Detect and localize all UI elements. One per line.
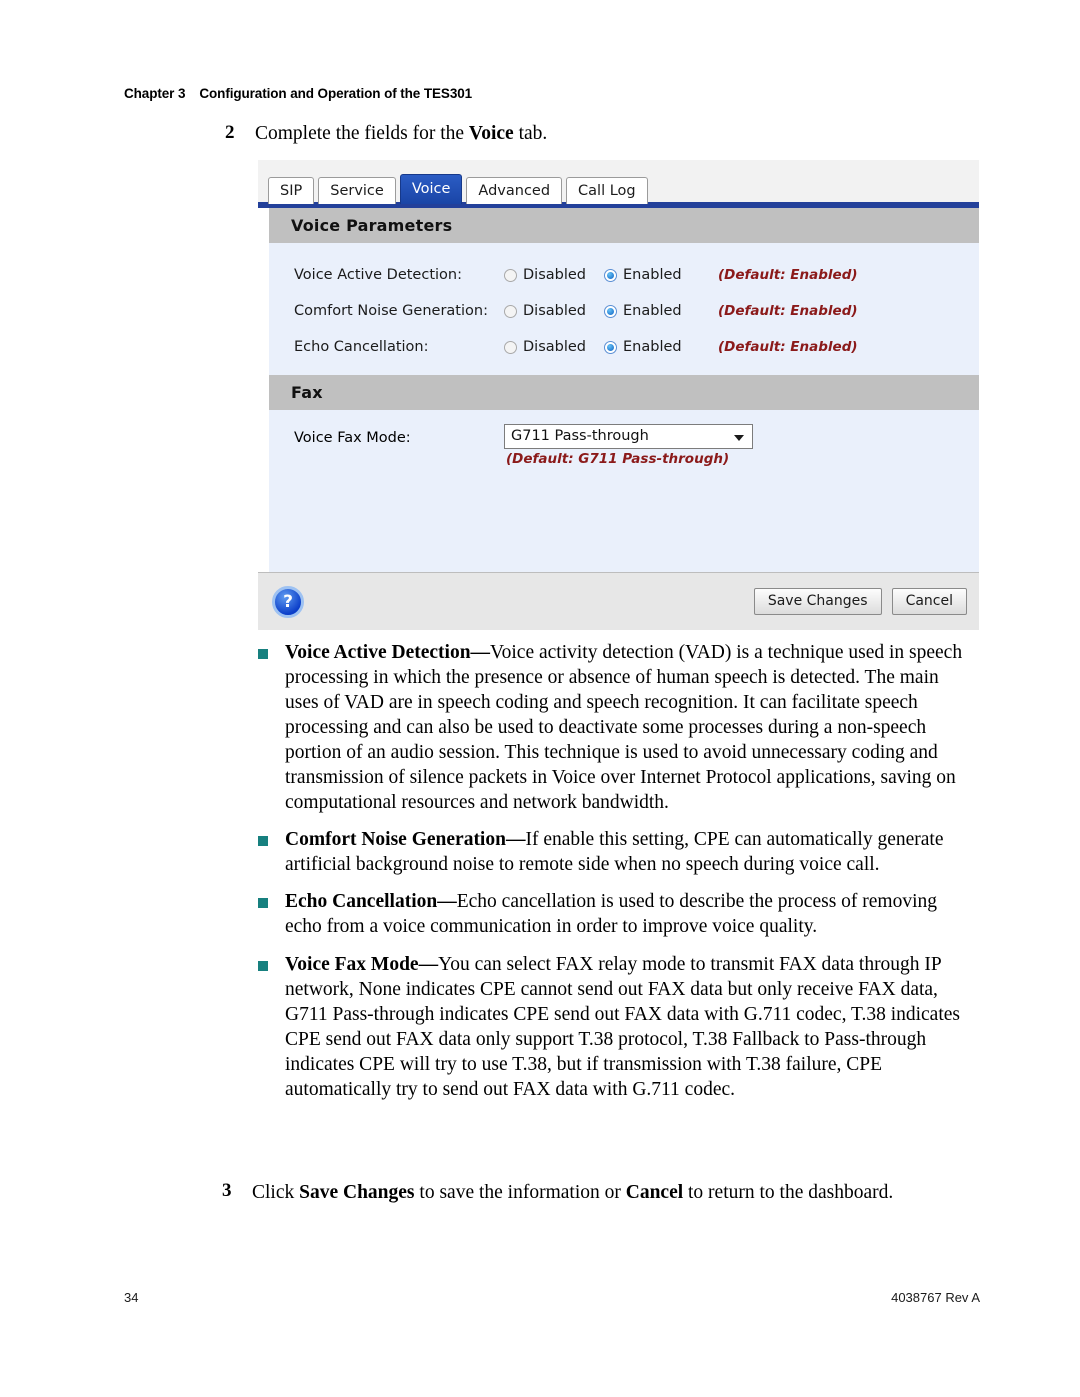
radio-icon-cng-enabled[interactable] <box>604 304 617 318</box>
list-item: Voice Active Detection—Voice activity de… <box>258 640 964 815</box>
tab-voice[interactable]: Voice <box>399 174 463 204</box>
tab-service[interactable]: Service <box>318 177 396 204</box>
step-2-number: 2 <box>225 122 235 143</box>
chapter-title: Configuration and Operation of the TES30… <box>199 86 473 101</box>
save-changes-button[interactable]: Save Changes <box>753 588 882 615</box>
label-comfort-noise-generation: Comfort Noise Generation: <box>294 303 488 319</box>
running-header: Chapter 3 Configuration and Operation of … <box>124 86 472 101</box>
step-3-bold-cancel: Cancel <box>625 1182 684 1203</box>
step-3-text-2: to save the information or <box>414 1182 626 1203</box>
label-voice-fax-mode: Voice Fax Mode: <box>294 430 411 446</box>
voice-tab-panel: Voice Parameters Voice Active Detection:… <box>258 208 979 572</box>
bullet-term: Echo Cancellation <box>285 891 438 913</box>
radio-label-vad-enabled: Enabled <box>623 267 682 283</box>
bullet-square-icon <box>258 836 268 847</box>
default-note-cng: (Default: Enabled) <box>718 303 858 319</box>
bullet-square-icon <box>258 898 268 909</box>
radio-icon-vad-enabled[interactable] <box>604 268 617 282</box>
bullet-dash: — <box>505 829 526 851</box>
tab-call-log[interactable]: Call Log <box>566 177 648 204</box>
radio-icon-echo-enabled[interactable] <box>604 340 617 354</box>
section-header-fax: Fax <box>269 375 979 410</box>
list-item: Voice Fax Mode—You can select FAX relay … <box>258 952 964 1102</box>
voice-parameters-body: Voice Active Detection: Disabled Enabled… <box>269 243 979 375</box>
radio-option-cng-enabled[interactable]: Enabled <box>604 303 704 319</box>
step-3-text-1: Click <box>252 1182 300 1203</box>
help-icon[interactable]: ? <box>272 585 304 618</box>
default-note-vad: (Default: Enabled) <box>718 267 858 283</box>
bullet-text: Echo Cancellation—Echo cancellation is u… <box>285 889 964 939</box>
bullet-square-icon <box>258 960 268 971</box>
step-3-text-3: to return to the dashboard. <box>683 1182 894 1203</box>
radio-label-cng-disabled: Disabled <box>523 303 586 319</box>
page-number: 34 <box>124 1290 139 1305</box>
bullet-text: Comfort Noise Generation—If enable this … <box>285 827 964 877</box>
radio-label-cng-enabled: Enabled <box>623 303 682 319</box>
step-3-number: 3 <box>222 1180 232 1201</box>
bullet-dash: — <box>437 891 457 913</box>
list-item: Echo Cancellation—Echo cancellation is u… <box>258 889 964 939</box>
voice-fax-mode-control-group: G711 Pass-through (Default: G711 Pass-th… <box>504 424 753 467</box>
radio-option-vad-disabled[interactable]: Disabled <box>504 267 604 283</box>
chevron-down-icon[interactable] <box>734 434 744 441</box>
document-reference: 4038767 Rev A <box>891 1290 980 1305</box>
chapter-number: Chapter 3 <box>124 86 186 101</box>
row-voice-fax-mode: Voice Fax Mode: G711 Pass-through (Defau… <box>269 410 979 467</box>
voice-fax-mode-select[interactable]: G711 Pass-through <box>504 424 753 449</box>
bullet-term: Comfort Noise Generation <box>285 829 506 851</box>
cancel-button[interactable]: Cancel <box>891 588 967 615</box>
label-voice-active-detection: Voice Active Detection: <box>294 267 462 283</box>
default-note-voice-fax-mode: (Default: G711 Pass-through) <box>506 451 730 467</box>
step-3-text: Click Save Changes to save the informati… <box>252 1180 893 1206</box>
row-comfort-noise-generation: Comfort Noise Generation: Disabled Enabl… <box>269 293 979 329</box>
radio-icon-cng-disabled[interactable] <box>504 304 517 318</box>
step-2-text: Complete the fields for the Voice tab. <box>255 122 547 147</box>
list-item: Comfort Noise Generation—If enable this … <box>258 827 964 877</box>
radio-icon-vad-disabled[interactable] <box>504 268 517 282</box>
default-note-echo: (Default: Enabled) <box>718 339 858 355</box>
tab-advanced[interactable]: Advanced <box>466 177 563 204</box>
step-2-text-after: tab. <box>513 123 548 144</box>
row-echo-cancellation: Echo Cancellation: Disabled Enabled (Def… <box>269 329 979 365</box>
step-2-text-before: Complete the fields for the <box>255 123 469 144</box>
radio-icon-echo-disabled[interactable] <box>504 340 517 354</box>
bullet-description: You can select FAX relay mode to transmi… <box>285 953 960 1100</box>
step-3-bold-save: Save Changes <box>299 1182 415 1203</box>
radio-option-echo-enabled[interactable]: Enabled <box>604 339 704 355</box>
step-2: 2 Complete the fields for the Voice tab. <box>225 122 985 147</box>
bullet-description: Voice activity detection (VAD) is a tech… <box>285 642 963 814</box>
row-voice-active-detection: Voice Active Detection: Disabled Enabled… <box>269 257 979 293</box>
voice-fax-mode-selected-value: G711 Pass-through <box>511 428 649 444</box>
bullet-term: Voice Fax Mode <box>285 953 419 975</box>
bullet-square-icon <box>258 649 268 659</box>
bullet-dash: — <box>418 953 439 975</box>
bullet-term: Voice Active Detection <box>285 642 471 663</box>
tab-bar: SIP Service Voice Advanced Call Log <box>268 173 652 204</box>
radio-option-vad-enabled[interactable]: Enabled <box>604 267 704 283</box>
radio-option-cng-disabled[interactable]: Disabled <box>504 303 604 319</box>
bullet-text: Voice Fax Mode—You can select FAX relay … <box>285 952 964 1102</box>
section-header-voice-parameters: Voice Parameters <box>269 208 979 243</box>
radio-option-echo-disabled[interactable]: Disabled <box>504 339 604 355</box>
bullet-text: Voice Active Detection—Voice activity de… <box>285 640 964 815</box>
radio-label-echo-enabled: Enabled <box>623 339 682 355</box>
label-echo-cancellation: Echo Cancellation: <box>294 339 429 355</box>
radio-label-vad-disabled: Disabled <box>523 267 586 283</box>
panel-action-bar: ? Save Changes Cancel <box>258 572 979 630</box>
device-web-ui-screenshot: SIP Service Voice Advanced Call Log Voic… <box>258 160 979 630</box>
step-3: 3 Click Save Changes to save the informa… <box>222 1180 942 1206</box>
tab-sip[interactable]: SIP <box>268 177 315 204</box>
bullet-dash: — <box>470 642 491 663</box>
parameter-description-list: Voice Active Detection—Voice activity de… <box>258 640 964 1114</box>
radio-label-echo-disabled: Disabled <box>523 339 586 355</box>
step-2-bold-term: Voice <box>468 123 514 144</box>
